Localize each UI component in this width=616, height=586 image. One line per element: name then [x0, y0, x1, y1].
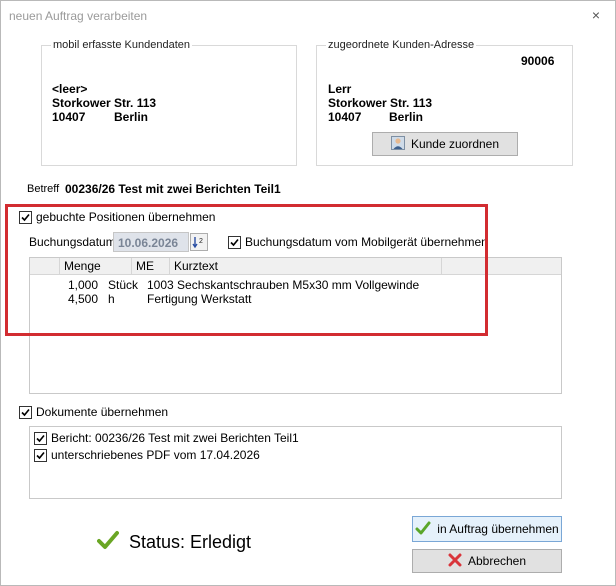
assign-customer-button[interactable]: Kunde zuordnen	[372, 132, 518, 156]
accept-check-icon	[415, 520, 431, 539]
document-label: Bericht: 00236/26 Test mit zwei Berichte…	[51, 431, 299, 445]
take-documents-label: Dokumente übernehmen	[36, 405, 169, 419]
accept-order-label: in Auftrag übernehmen	[437, 522, 559, 536]
document-label: unterschriebenes PDF vom 17.04.2026	[51, 448, 260, 462]
assigned-address-legend: zugeordnete Kunden-Adresse	[326, 39, 477, 51]
cancel-button[interactable]: Abbrechen	[412, 549, 562, 573]
customer-number: 90006	[521, 54, 555, 68]
mobile-customer-zip: 10407	[52, 110, 86, 124]
status-text: Status: Erledigt	[129, 532, 252, 552]
document-check-icon	[34, 448, 47, 462]
window-title: neuen Auftrag verarbeiten	[9, 9, 148, 23]
assign-customer-label: Kunde zuordnen	[410, 137, 500, 151]
status-check-icon	[97, 529, 119, 556]
assigned-customer-name: Lerr	[328, 82, 352, 96]
title-bar: neuen Auftrag verarbeiten ×	[1, 1, 615, 31]
assigned-customer-zip: 10407	[328, 110, 362, 124]
close-icon[interactable]: ×	[587, 6, 605, 24]
mobile-customer-street: Storkower Str. 113	[52, 96, 157, 110]
take-documents-checkbox[interactable]: Dokumente übernehmen	[19, 405, 168, 419]
document-item[interactable]: unterschriebenes PDF vom 17.04.2026	[34, 448, 260, 462]
subject-value: 00236/26 Test mit zwei Berichten Teil1	[65, 182, 281, 196]
assigned-customer-city: Berlin	[389, 110, 424, 124]
mobile-customer-name: <leer>	[52, 82, 88, 96]
status-indicator: Status: Erledigt	[97, 529, 251, 556]
take-documents-check-icon	[19, 405, 32, 419]
documents-list[interactable]: Bericht: 00236/26 Test mit zwei Berichte…	[29, 426, 562, 499]
customer-person-icon	[390, 135, 405, 153]
mobile-customer-city: Berlin	[114, 110, 149, 124]
dialog-window: neuen Auftrag verarbeiten × mobil erfass…	[0, 0, 616, 586]
document-check-icon	[34, 431, 47, 445]
document-item[interactable]: Bericht: 00236/26 Test mit zwei Berichte…	[34, 431, 299, 445]
mobile-customer-legend: mobil erfasste Kundendaten	[51, 39, 192, 51]
subject-label: Betreff	[27, 183, 60, 195]
highlight-annotation	[5, 204, 488, 336]
accept-order-button[interactable]: in Auftrag übernehmen	[412, 516, 562, 542]
cancel-label: Abbrechen	[467, 554, 527, 568]
assigned-customer-street: Storkower Str. 113	[328, 96, 433, 110]
cancel-x-icon	[448, 553, 462, 570]
